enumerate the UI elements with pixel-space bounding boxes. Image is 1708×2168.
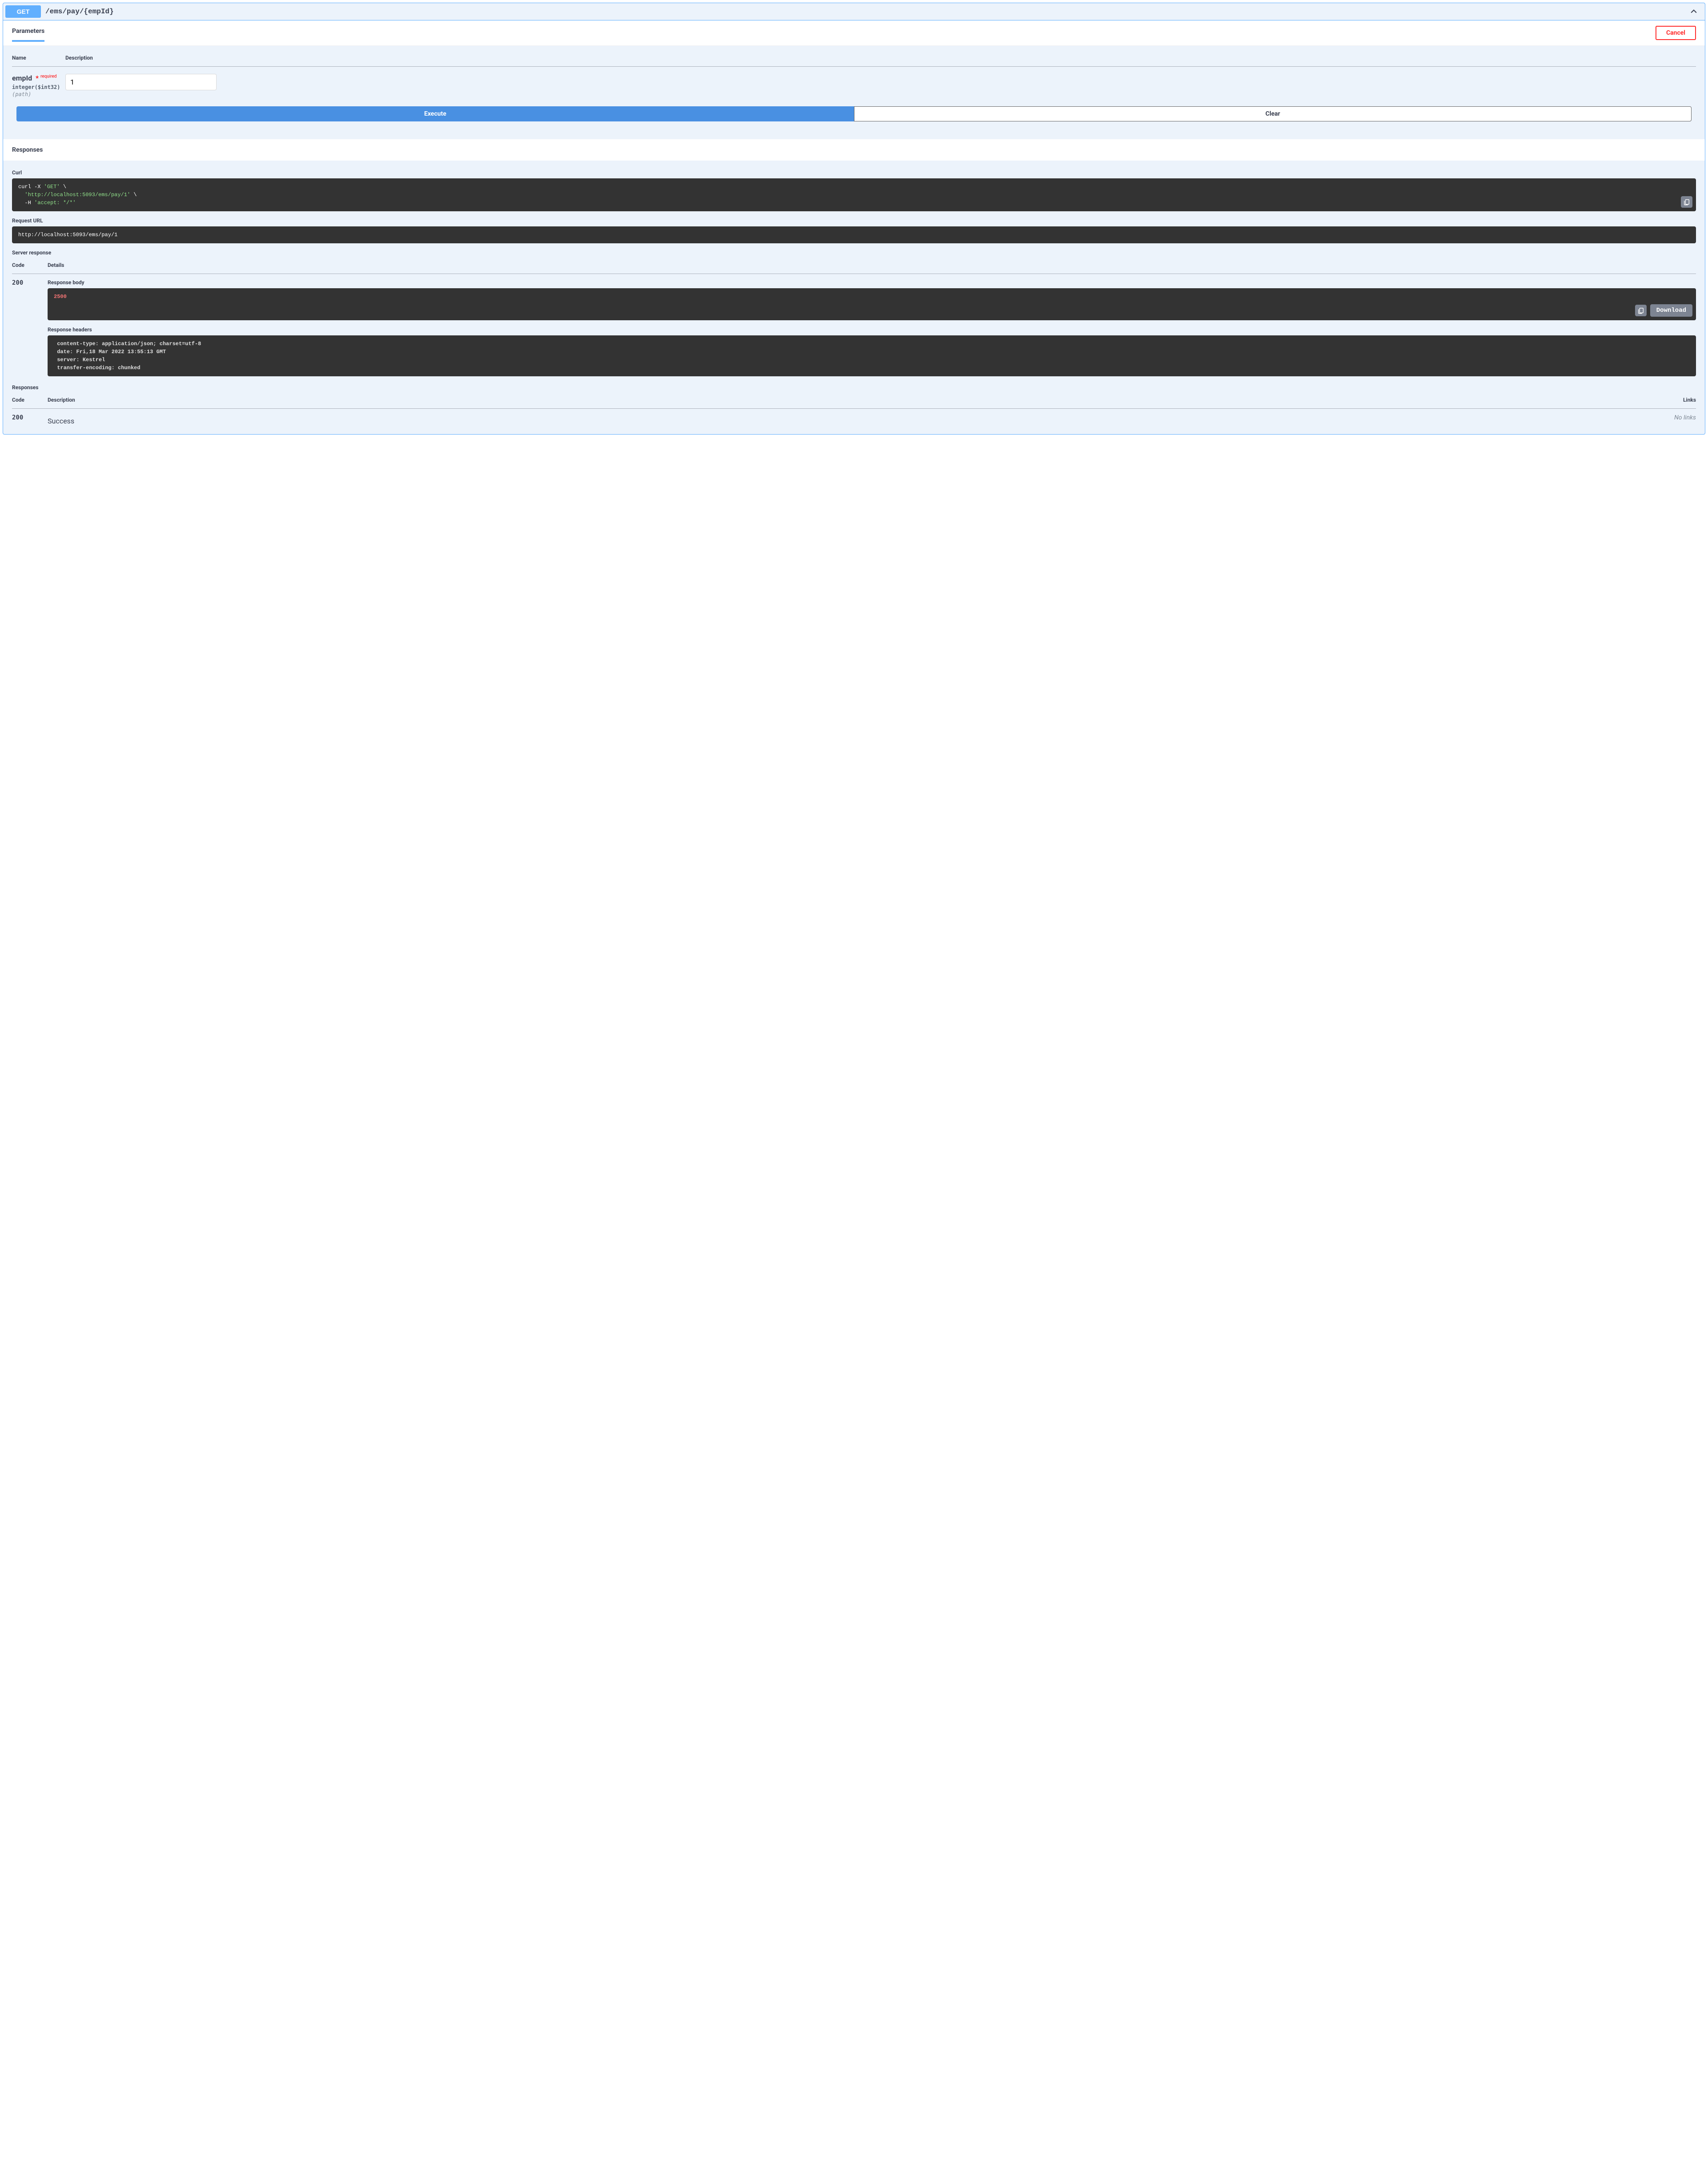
copy-curl-button[interactable] — [1681, 196, 1692, 208]
http-method-badge: GET — [5, 5, 41, 18]
doc-response-links: No links — [1674, 414, 1696, 421]
execute-button[interactable]: Execute — [16, 106, 854, 121]
resp-col-code: Code — [12, 258, 48, 274]
response-body-label: Response body — [48, 279, 1696, 286]
table-row: 200 Success No links — [12, 409, 1696, 426]
param-type: integer($int32) — [12, 82, 65, 90]
tab-parameters[interactable]: Parameters — [12, 24, 44, 42]
operation-block: GET /ems/pay/{empId} Parameters Cancel N… — [3, 3, 1705, 435]
response-headers-label: Response headers — [48, 326, 1696, 333]
curl-text: \ — [60, 184, 66, 190]
doc-response-description: Success — [48, 414, 968, 425]
empid-field[interactable] — [65, 74, 217, 90]
doc-responses-table: Code Description Links 200 Success No li… — [12, 393, 1696, 425]
doc-col-description: Description — [48, 393, 968, 409]
clear-button[interactable]: Clear — [854, 106, 1692, 121]
response-code: 200 — [12, 274, 48, 383]
parameters-section: Name Description empId * required intege… — [3, 46, 1705, 139]
curl-text — [18, 192, 24, 198]
cancel-button[interactable]: Cancel — [1656, 26, 1696, 40]
response-body-block: 2500 Download — [48, 288, 1696, 320]
action-buttons: Execute Clear — [12, 97, 1696, 130]
curl-text: 'http://localhost:5093/ems/pay/1' — [24, 192, 130, 198]
param-name: empId — [12, 74, 32, 82]
responses-section: Curl curl -X 'GET' \ 'http://localhost:5… — [3, 161, 1705, 434]
doc-responses-label: Responses — [12, 384, 1696, 391]
resp-col-details: Details — [48, 258, 1696, 274]
responses-title: Responses — [3, 139, 1705, 161]
server-response-table: Code Details 200 Response body 2500 Downl… — [12, 258, 1696, 383]
copy-body-button[interactable] — [1635, 305, 1647, 316]
curl-text: -H — [18, 200, 34, 206]
param-col-name: Name — [12, 55, 65, 67]
parameters-table: Name Description empId * required intege… — [12, 55, 1696, 97]
endpoint-path: /ems/pay/{empId} — [41, 8, 1689, 16]
response-headers-block: content-type: application/json; charset=… — [48, 335, 1696, 376]
curl-text: curl -X — [18, 184, 44, 190]
operation-summary[interactable]: GET /ems/pay/{empId} — [3, 3, 1705, 20]
table-row: 200 Response body 2500 Download Response … — [12, 274, 1696, 383]
curl-text: \ — [130, 192, 137, 198]
curl-text: 'GET' — [44, 184, 60, 190]
clipboard-icon — [1637, 307, 1644, 314]
curl-block: curl -X 'GET' \ 'http://localhost:5093/e… — [12, 178, 1696, 211]
doc-col-code: Code — [12, 393, 48, 409]
download-button[interactable]: Download — [1650, 304, 1692, 317]
curl-label: Curl — [12, 169, 1696, 176]
param-col-description: Description — [65, 55, 1696, 67]
curl-text: 'accept: */*' — [34, 200, 76, 206]
doc-response-code: 200 — [12, 409, 48, 426]
chevron-up-icon — [1689, 7, 1698, 16]
server-response-label: Server response — [12, 250, 1696, 256]
response-body-value: 2500 — [54, 294, 67, 300]
table-row: empId * required integer($int32) (path) — [12, 67, 1696, 98]
parameters-header: Parameters Cancel — [3, 20, 1705, 46]
clipboard-icon — [1683, 198, 1690, 206]
param-location: (path) — [12, 90, 65, 97]
doc-col-links: Links — [968, 393, 1696, 409]
required-label: required — [40, 74, 56, 79]
request-url-block: http://localhost:5093/ems/pay/1 — [12, 226, 1696, 243]
request-url-label: Request URL — [12, 218, 1696, 224]
required-star-icon: * — [34, 74, 39, 82]
